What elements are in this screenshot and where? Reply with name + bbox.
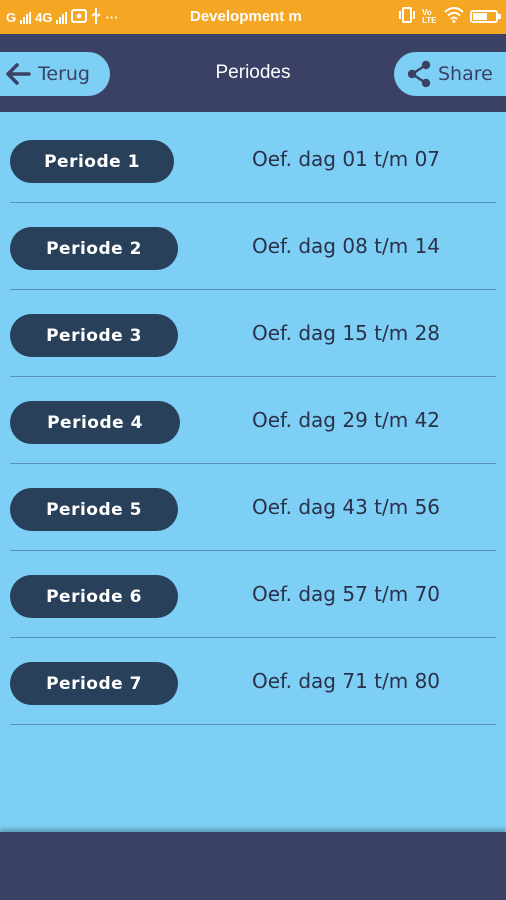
period-range: Oef. dag 08 t/m 14 bbox=[252, 234, 441, 258]
signal-icon bbox=[20, 11, 32, 24]
list-item: Periode 6 Oef. dag 57 t/m 70 bbox=[0, 551, 506, 638]
usb-icon bbox=[91, 8, 102, 27]
period-3-button[interactable]: Periode 3 bbox=[10, 314, 178, 357]
list-item: Periode 3 Oef. dag 15 t/m 28 bbox=[0, 290, 506, 377]
period-7-button[interactable]: Periode 7 bbox=[10, 662, 178, 705]
period-range: Oef. dag 71 t/m 80 bbox=[252, 669, 441, 693]
bottom-bar bbox=[0, 832, 506, 900]
status-bar: G 4G ··· Development m Vo LTE bbox=[0, 0, 506, 34]
battery-icon bbox=[470, 10, 501, 23]
share-icon bbox=[406, 60, 432, 88]
carrier-label: G bbox=[6, 10, 17, 25]
more-notifications-icon: ··· bbox=[105, 10, 119, 25]
list-item: Periode 4 Oef. dag 29 t/m 42 bbox=[0, 377, 506, 464]
period-2-button[interactable]: Periode 2 bbox=[10, 227, 178, 270]
period-range: Oef. dag 01 t/m 07 bbox=[252, 147, 441, 171]
network-label: 4G bbox=[35, 10, 53, 25]
share-button[interactable]: Share bbox=[394, 52, 506, 96]
period-range: Oef. dag 29 t/m 42 bbox=[252, 408, 441, 432]
period-6-button[interactable]: Periode 6 bbox=[10, 575, 178, 618]
period-range: Oef. dag 15 t/m 28 bbox=[252, 321, 441, 345]
period-range: Oef. dag 43 t/m 56 bbox=[252, 495, 441, 519]
volte-label: Vo LTE bbox=[422, 7, 437, 25]
period-5-button[interactable]: Periode 5 bbox=[10, 488, 178, 531]
vibrate-icon bbox=[398, 7, 416, 26]
period-1-button[interactable]: Periode 1 bbox=[10, 140, 174, 183]
list-item: Periode 2 Oef. dag 08 t/m 14 bbox=[0, 203, 506, 290]
period-range: Oef. dag 57 t/m 70 bbox=[252, 582, 441, 606]
period-4-button[interactable]: Periode 4 bbox=[10, 401, 180, 444]
list-item: Periode 5 Oef. dag 43 t/m 56 bbox=[0, 464, 506, 551]
signal-icon-2 bbox=[56, 11, 68, 24]
app-header: Terug Periodes Share bbox=[0, 34, 506, 112]
share-label: Share bbox=[438, 63, 493, 85]
status-right-indicators: Vo LTE bbox=[398, 7, 501, 26]
period-list: Periode 1 Oef. dag 01 t/m 07 Periode 2 O… bbox=[0, 116, 506, 725]
status-left-indicators: G 4G ··· bbox=[6, 8, 118, 27]
list-item: Periode 1 Oef. dag 01 t/m 07 bbox=[0, 116, 506, 203]
divider bbox=[10, 724, 496, 725]
wifi-icon bbox=[444, 7, 464, 26]
notification-icon bbox=[71, 9, 88, 26]
status-app-title: Development m bbox=[190, 8, 302, 25]
list-item: Periode 7 Oef. dag 71 t/m 80 bbox=[0, 638, 506, 725]
